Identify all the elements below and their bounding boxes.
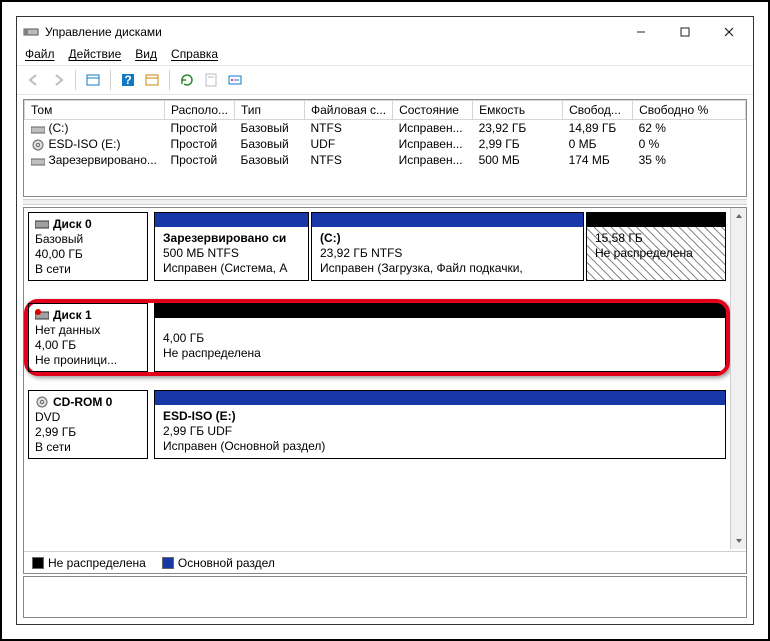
volume-row[interactable]: (C:) ПростойБазовыйNTFSИсправен...23,92 …	[25, 120, 746, 137]
drive-icon	[31, 123, 45, 135]
col-volume[interactable]: Том	[25, 101, 165, 120]
disk-icon	[35, 218, 49, 230]
partition-stripe	[312, 213, 583, 227]
help-icon[interactable]: ?	[117, 69, 139, 91]
partition-unallocated[interactable]: 15,58 ГБНе распределена	[586, 212, 726, 281]
col-layout[interactable]: Располо...	[165, 101, 235, 120]
close-button[interactable]	[707, 18, 751, 46]
volume-row[interactable]: ESD-ISO (E:) ПростойБазовыйUDFИсправен..…	[25, 136, 746, 152]
disk-header[interactable]: CD-ROM 0 DVD 2,99 ГБ В сети	[28, 390, 148, 459]
window-title: Управление дисками	[45, 25, 162, 39]
disk-header[interactable]: Диск 1 Нет данных 4,00 ГБ Не проиници...	[28, 303, 148, 372]
forward-button[interactable]	[47, 69, 69, 91]
cd-icon	[35, 396, 49, 408]
svg-text:?: ?	[124, 73, 131, 87]
maximize-button[interactable]	[663, 18, 707, 46]
partition-stripe	[155, 391, 725, 405]
menu-file[interactable]: Файл	[25, 47, 55, 61]
minimize-button[interactable]	[619, 18, 663, 46]
partition-stripe	[155, 304, 725, 318]
toolbar-separator	[169, 70, 170, 90]
back-button[interactable]	[23, 69, 45, 91]
list-icon[interactable]	[224, 69, 246, 91]
menu-bar: Файл Действие Вид Справка	[17, 47, 753, 65]
legend: Не распределена Основной раздел	[24, 551, 746, 573]
legend-unallocated: Не распределена	[32, 556, 146, 570]
col-free[interactable]: Свобод...	[563, 101, 633, 120]
scroll-up-icon[interactable]	[731, 208, 746, 224]
drive-icon	[31, 155, 45, 167]
menu-help[interactable]: Справка	[171, 47, 218, 61]
app-icon	[23, 24, 39, 40]
partition-stripe	[155, 213, 308, 227]
toolbar-view-icon[interactable]	[82, 69, 104, 91]
vertical-scrollbar[interactable]	[730, 208, 746, 549]
scroll-down-icon[interactable]	[731, 533, 746, 549]
toolbar-view2-icon[interactable]	[141, 69, 163, 91]
cd-icon	[31, 139, 45, 151]
properties-icon[interactable]	[200, 69, 222, 91]
partition[interactable]: ESD-ISO (E:)2,99 ГБ UDFИсправен (Основно…	[154, 390, 726, 459]
toolbar: ?	[17, 65, 753, 95]
toolbar-separator	[75, 70, 76, 90]
volume-list[interactable]: Том Располо... Тип Файловая с... Состоян…	[23, 99, 747, 197]
pane-splitter[interactable]	[23, 199, 747, 205]
disk-header[interactable]: Диск 0 Базовый 40,00 ГБ В сети	[28, 212, 148, 281]
partition-stripe	[587, 213, 725, 227]
menu-action[interactable]: Действие	[69, 47, 122, 61]
legend-primary: Основной раздел	[162, 556, 275, 570]
toolbar-separator	[110, 70, 111, 90]
details-pane	[23, 576, 747, 618]
disk-row-cdrom[interactable]: CD-ROM 0 DVD 2,99 ГБ В сети ESD-ISO (E:)…	[28, 390, 726, 459]
column-headers[interactable]: Том Располо... Тип Файловая с... Состоян…	[25, 101, 746, 120]
col-capacity[interactable]: Емкость	[473, 101, 563, 120]
partition[interactable]: Зарезервировано си500 МБ NTFSИсправен (С…	[154, 212, 309, 281]
refresh-icon[interactable]	[176, 69, 198, 91]
partition[interactable]: (C:)23,92 ГБ NTFSИсправен (Загрузка, Фай…	[311, 212, 584, 281]
disk-management-window: Управление дисками Файл Действие Вид Спр…	[16, 16, 754, 625]
title-bar: Управление дисками	[17, 17, 753, 47]
disk-graphical-view: Диск 0 Базовый 40,00 ГБ В сети Зарезерви…	[23, 207, 747, 574]
volume-row[interactable]: Зарезервировано... ПростойБазовыйNTFSИсп…	[25, 152, 746, 168]
col-fs[interactable]: Файловая с...	[305, 101, 393, 120]
menu-view[interactable]: Вид	[135, 47, 157, 61]
disk-row-0[interactable]: Диск 0 Базовый 40,00 ГБ В сети Зарезерви…	[28, 212, 726, 281]
partition-unallocated[interactable]: 4,00 ГБНе распределена	[154, 303, 726, 372]
disk-warning-icon	[35, 309, 49, 321]
disk-row-1[interactable]: Диск 1 Нет данных 4,00 ГБ Не проиници...…	[28, 303, 726, 372]
col-type[interactable]: Тип	[235, 101, 305, 120]
col-free-pct[interactable]: Свободно %	[633, 101, 746, 120]
col-status[interactable]: Состояние	[393, 101, 473, 120]
